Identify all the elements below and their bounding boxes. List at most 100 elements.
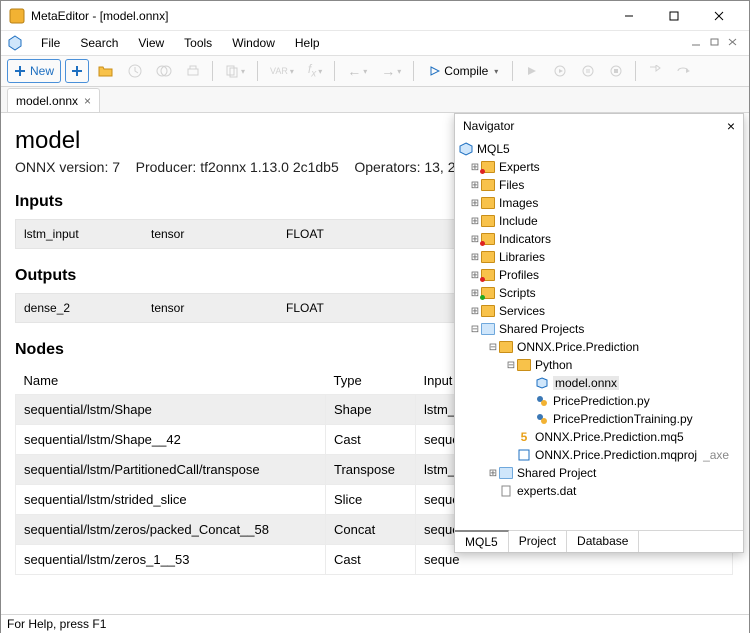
debug-stop-button[interactable] (604, 59, 628, 83)
new-file-button[interactable] (65, 59, 89, 83)
mdi-minimize-icon[interactable] (691, 36, 703, 50)
status-text: For Help, press F1 (7, 617, 106, 631)
tab-label: model.onnx (16, 94, 78, 108)
tree-file[interactable]: PricePredictionTraining.py (553, 412, 693, 426)
mq5-file-icon: 5 (517, 430, 531, 444)
menu-tools[interactable]: Tools (174, 34, 222, 52)
document-tabbar: model.onnx × (1, 87, 749, 113)
expand-icon[interactable]: ⊞ (469, 216, 481, 227)
menu-help[interactable]: Help (285, 34, 330, 52)
col-name: Name (16, 367, 326, 395)
onnx-version: ONNX version: 7 (15, 159, 120, 175)
debug-pause-button[interactable] (576, 59, 600, 83)
app-icon (9, 8, 25, 24)
tree-item[interactable]: ONNX.Price.Prediction (517, 340, 639, 354)
tree-item[interactable]: Indicators (499, 232, 551, 246)
copy-button[interactable]: ▾ (220, 59, 250, 83)
app-menu-icon[interactable] (5, 35, 25, 51)
save-all-button[interactable] (151, 59, 177, 83)
navigator-close-icon[interactable]: × (727, 118, 735, 134)
tab-model-onnx[interactable]: model.onnx × (7, 88, 100, 112)
tree-item[interactable]: Include (499, 214, 538, 228)
mdi-close-icon[interactable] (727, 36, 739, 50)
window-title: MetaEditor - [model.onnx] (31, 9, 606, 23)
tree-file[interactable]: PricePrediction.py (553, 394, 650, 408)
tree-item[interactable]: Shared Project (517, 466, 596, 480)
expand-icon[interactable]: ⊞ (469, 306, 481, 317)
print-button[interactable] (181, 59, 205, 83)
compile-button[interactable]: Compile ▾ (421, 59, 505, 83)
folder-icon (481, 305, 495, 317)
model-meta: ONNX version: 7 Producer: tf2onnx 1.13.0… (15, 159, 456, 175)
tree-item[interactable]: Shared Projects (499, 322, 584, 336)
folder-icon (517, 359, 531, 371)
vars-button[interactable]: VAR▾ (265, 59, 299, 83)
editor-area: model ONNX version: 7 Producer: tf2onnx … (1, 113, 749, 614)
nav-tab-database[interactable]: Database (567, 531, 639, 552)
tree-item[interactable]: Profiles (499, 268, 539, 282)
back-button[interactable]: ←▾ (342, 59, 372, 83)
expand-icon[interactable]: ⊞ (469, 198, 481, 209)
collapse-icon[interactable]: ⊟ (487, 342, 499, 353)
separator (635, 61, 636, 81)
forward-button[interactable]: →▾ (376, 59, 406, 83)
fx-button[interactable]: fx▾ (303, 59, 327, 83)
tree-item[interactable]: Files (499, 178, 524, 192)
tree-item[interactable]: Services (499, 304, 545, 318)
menu-file[interactable]: File (31, 34, 70, 52)
mql5-icon (459, 142, 473, 156)
expand-icon[interactable]: ⊞ (469, 252, 481, 263)
debug-start-button[interactable] (520, 59, 544, 83)
nav-tab-mql5[interactable]: MQL5 (455, 530, 509, 552)
step-in-button[interactable] (643, 59, 667, 83)
tree-item[interactable]: Python (535, 358, 572, 372)
tree-file[interactable]: experts.dat (517, 484, 576, 498)
open-button[interactable] (93, 59, 119, 83)
expand-icon[interactable]: ⊞ (469, 180, 481, 191)
new-button[interactable]: New (7, 59, 61, 83)
tree-file[interactable]: ONNX.Price.Prediction.mqproj (535, 448, 697, 462)
input-name: lstm_input (16, 227, 151, 241)
onnx-file-icon (535, 376, 549, 390)
truncated-text: _axe (703, 448, 729, 462)
separator (334, 61, 335, 81)
model-name: model (15, 127, 456, 155)
producer: Producer: tf2onnx 1.13.0 2c1db5 (136, 159, 339, 175)
step-over-button[interactable] (671, 59, 695, 83)
expand-icon[interactable]: ⊞ (487, 468, 499, 479)
folder-icon (481, 233, 495, 245)
folder-icon (481, 215, 495, 227)
tree-root[interactable]: MQL5 (477, 142, 510, 156)
folder-icon (481, 251, 495, 263)
output-name: dense_2 (16, 301, 151, 315)
navigator-panel: Navigator × MQL5 ⊞Experts ⊞Files ⊞Images… (454, 113, 744, 553)
navigator-tree[interactable]: MQL5 ⊞ Experts ⊞ Files ⊞ Images ⊞ Include ⊞ I… (455, 138, 743, 530)
menu-view[interactable]: View (128, 34, 174, 52)
tree-item[interactable]: Images (499, 196, 538, 210)
minimize-button[interactable] (606, 2, 651, 30)
tree-file[interactable]: model.onnx (553, 376, 619, 390)
menubar: File Search View Tools Window Help (1, 31, 749, 55)
new-label: New (30, 64, 54, 78)
col-type: Type (326, 367, 416, 395)
tree-file[interactable]: ONNX.Price.Prediction.mq5 (535, 430, 684, 444)
close-button[interactable] (696, 2, 741, 30)
mqproj-file-icon (517, 448, 531, 462)
collapse-icon[interactable]: ⊟ (469, 324, 481, 335)
save-button[interactable] (123, 59, 147, 83)
separator (212, 61, 213, 81)
tree-item[interactable]: Scripts (499, 286, 536, 300)
menu-search[interactable]: Search (70, 34, 128, 52)
titlebar: MetaEditor - [model.onnx] (1, 1, 749, 31)
dat-file-icon (499, 484, 513, 498)
maximize-button[interactable] (651, 2, 696, 30)
tree-item[interactable]: Libraries (499, 250, 545, 264)
collapse-icon[interactable]: ⊟ (505, 360, 517, 371)
menu-window[interactable]: Window (222, 34, 285, 52)
tab-close-icon[interactable]: × (84, 94, 91, 108)
tree-item[interactable]: Experts (499, 160, 540, 174)
statusbar: For Help, press F1 (1, 614, 749, 634)
nav-tab-project[interactable]: Project (509, 531, 567, 552)
debug-run-button[interactable] (548, 59, 572, 83)
mdi-restore-icon[interactable] (709, 36, 721, 50)
